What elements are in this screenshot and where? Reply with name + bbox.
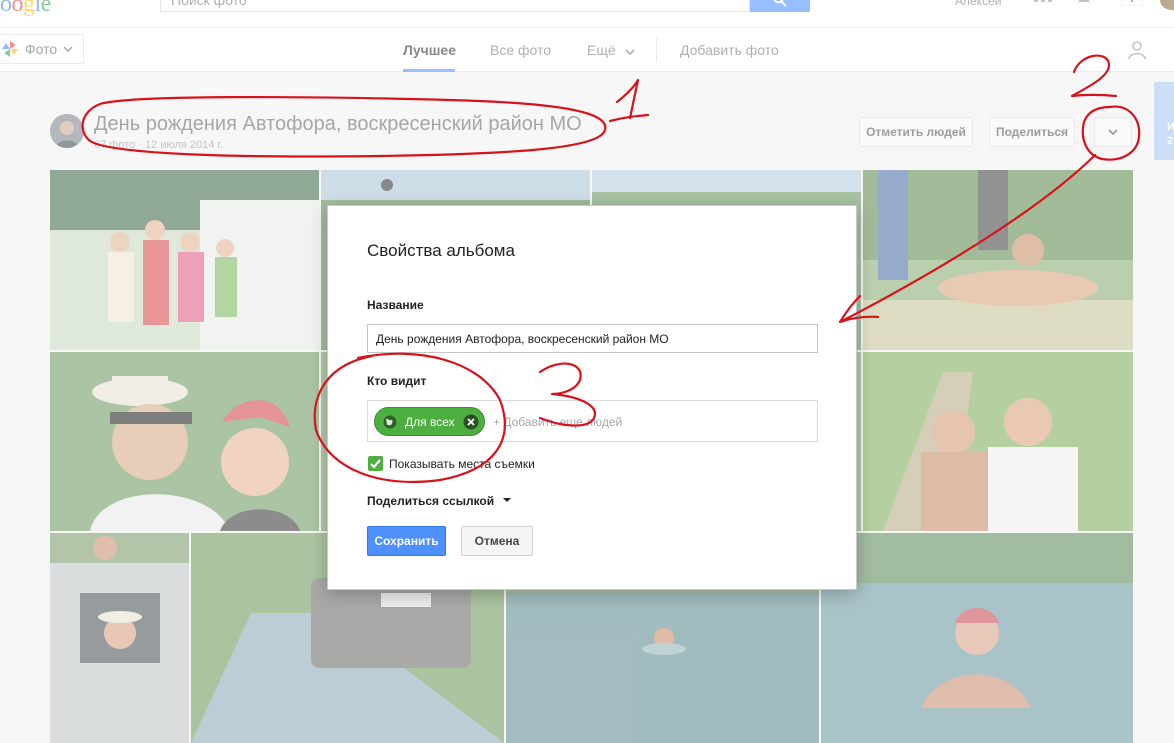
photos-app-label: Фото bbox=[25, 41, 58, 57]
tab-more-label: Ещё bbox=[587, 42, 616, 58]
photos-nav-bar: Фото Лучшее Все фото Ещё Добавить фото bbox=[0, 28, 1174, 72]
pinwheel-icon bbox=[2, 41, 18, 57]
chevron-down-icon bbox=[624, 49, 635, 56]
dialog-title: Свойства альбома bbox=[367, 241, 515, 260]
album-meta: 67 фото · 12 июля 2014 г. bbox=[94, 139, 224, 151]
share-plus-icon[interactable] bbox=[1121, 0, 1143, 6]
google-logo[interactable]: oogle bbox=[0, 0, 51, 18]
name-label: Название bbox=[367, 298, 424, 312]
album-owner-avatar[interactable] bbox=[50, 114, 84, 148]
photos-app-button[interactable]: Фото bbox=[0, 34, 84, 64]
top-bar: oogle Алексей bbox=[0, 0, 1174, 28]
checkmark-icon bbox=[370, 459, 381, 469]
apps-grid-icon[interactable] bbox=[1034, 0, 1052, 4]
album-name-input[interactable] bbox=[367, 324, 818, 353]
tab-all-photos[interactable]: Все фото bbox=[490, 42, 551, 58]
nav-divider bbox=[656, 37, 657, 62]
remove-chip-icon[interactable] bbox=[463, 414, 479, 430]
photo-tile[interactable] bbox=[821, 533, 1133, 743]
account-name[interactable]: Алексей bbox=[955, 0, 1001, 8]
search-button[interactable] bbox=[750, 0, 810, 12]
active-tab-indicator bbox=[403, 69, 455, 72]
photo-tile[interactable] bbox=[863, 352, 1133, 531]
tab-more[interactable]: Ещё bbox=[587, 42, 635, 58]
sharing-field[interactable]: Для всех + Добавить еще людей bbox=[367, 400, 818, 442]
search-icon bbox=[773, 0, 787, 7]
add-photo-link[interactable]: Добавить фото bbox=[680, 42, 779, 58]
account-avatar[interactable] bbox=[1160, 0, 1174, 10]
share-link-toggle[interactable]: Поделиться ссылкой bbox=[367, 494, 494, 508]
tab-best[interactable]: Лучшее bbox=[403, 42, 456, 58]
globe-icon bbox=[383, 415, 397, 429]
photo-tile[interactable] bbox=[50, 170, 319, 350]
chevron-down-icon bbox=[1108, 129, 1118, 135]
tag-people-button[interactable]: Отметить людей bbox=[859, 117, 973, 147]
photo-tile[interactable] bbox=[863, 170, 1133, 350]
annotation-digit-1 bbox=[608, 78, 650, 123]
public-chip-label: Для всех bbox=[405, 415, 455, 429]
add-people-placeholder[interactable]: + Добавить еще людей bbox=[493, 415, 622, 429]
visibility-label: Кто видит bbox=[367, 374, 427, 388]
save-button[interactable]: Сохранить bbox=[367, 526, 446, 556]
album-title: День рождения Автофора, воскресенский ра… bbox=[94, 113, 582, 135]
search-input[interactable] bbox=[160, 0, 750, 12]
photo-tile[interactable] bbox=[50, 533, 189, 743]
public-chip[interactable]: Для всех bbox=[374, 407, 485, 436]
people-circles-icon[interactable] bbox=[1126, 40, 1148, 60]
show-locations-checkbox[interactable] bbox=[368, 456, 383, 471]
chevron-down-icon bbox=[63, 46, 73, 52]
album-options-button[interactable] bbox=[1094, 117, 1132, 147]
photo-tile[interactable] bbox=[50, 352, 319, 531]
show-locations-label[interactable]: Показывать места съемки bbox=[389, 457, 535, 471]
side-panel-tab[interactable]: И 2 bbox=[1154, 82, 1174, 160]
share-button[interactable]: Поделиться bbox=[989, 117, 1075, 147]
album-properties-dialog: Свойства альбома Название Кто видит Для … bbox=[327, 205, 857, 590]
notifications-bell-icon[interactable] bbox=[1076, 0, 1092, 6]
caret-down-icon[interactable] bbox=[503, 498, 511, 502]
cancel-button[interactable]: Отмена bbox=[461, 526, 533, 556]
